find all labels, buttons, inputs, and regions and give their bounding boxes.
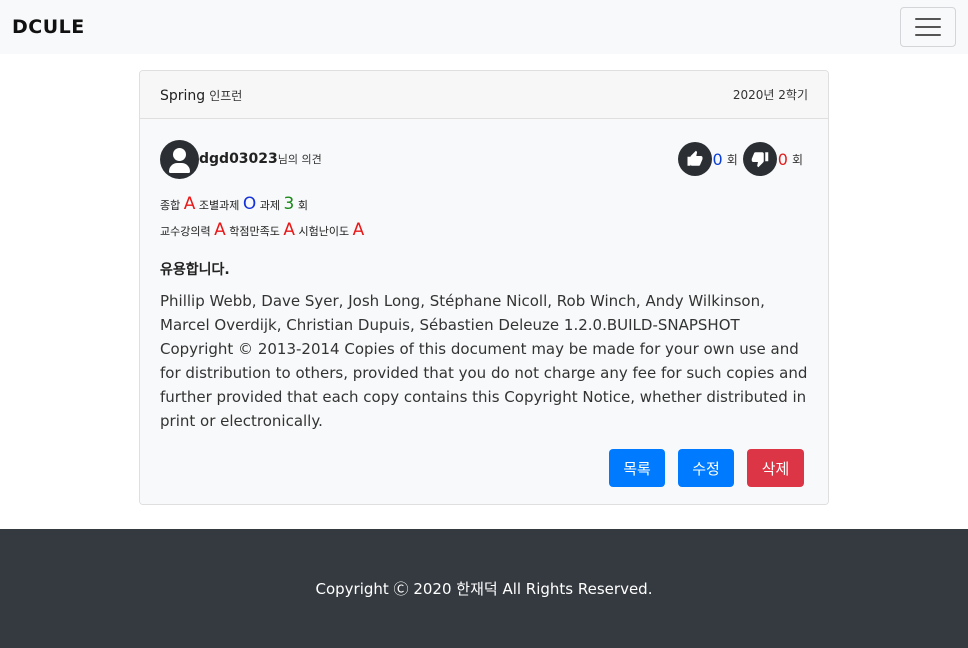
dislike-count: 0 (777, 149, 788, 169)
menu-toggle-button[interactable] (900, 7, 956, 47)
author: dgd03023 님의 의견 (160, 139, 322, 179)
grades: 종합 A 조별과제 O 과제 3 회 교수강의력 A 학점만족도 A 시험난이도… (160, 192, 808, 244)
grade-value: 3 (283, 194, 295, 214)
grade-label: 학점만족도 (229, 225, 280, 238)
review-title: 유용합니다. (160, 262, 230, 278)
course-info: Spring 인프런 (160, 85, 242, 104)
grade-value: A (352, 220, 365, 240)
grade-value: A (283, 220, 295, 240)
author-id: dgd03023 (199, 151, 278, 167)
semester: 2020년 2학기 (732, 88, 808, 102)
action-buttons: 목록 수정 삭제 (609, 449, 804, 487)
footer: Copyright Ⓒ 2020 한재덕 All Rights Reserved… (0, 529, 968, 648)
thumbs-down-icon[interactable] (742, 142, 777, 176)
brand-logo[interactable]: DCULE (12, 16, 85, 38)
review-card: Spring인프런 2020년 2학기 dgd03023님의 의견 0 회 (139, 70, 829, 505)
grade-label: 시험난이도 (298, 225, 350, 238)
delete-button[interactable]: 삭제 (747, 449, 804, 487)
card-body: dgd03023 님의 의견 0 회 0 회 종합 A 조별과제 O 과제 3 … (140, 119, 828, 504)
edit-button[interactable]: 수정 (678, 449, 734, 487)
grades-row-2: 교수강의력 A 학점만족도 A 시험난이도 A (160, 218, 808, 244)
hamburger-icon (915, 18, 941, 20)
card-header: Spring 인프런 2020년 2학기 (140, 71, 828, 119)
like-count: 0 (712, 149, 723, 169)
grade-label: 과제 (259, 199, 281, 212)
course-provider: 인프런 (209, 89, 243, 103)
grade-value: O (242, 194, 257, 214)
thumbs-up-icon[interactable] (677, 142, 712, 176)
grade-value: A (183, 194, 196, 214)
user-avatar-icon (160, 139, 199, 179)
like-unit: 회 (726, 152, 738, 167)
grade-label: 종합 (160, 199, 181, 212)
grade-unit: 회 (297, 199, 308, 212)
author-suffix: 님의 의견 (277, 153, 322, 166)
list-button[interactable]: 목록 (609, 449, 665, 487)
grade-value: A (214, 220, 226, 240)
dislike-unit: 회 (791, 152, 803, 167)
navbar: DCULE (0, 0, 968, 54)
grade-label: 조별과제 (198, 199, 240, 212)
grades-row-1: 종합 A 조별과제 O 과제 3 회 (160, 192, 808, 218)
grade-label: 교수강의력 (160, 225, 211, 238)
hamburger-icon (915, 26, 941, 28)
review-text: Phillip Webb, Dave Syer, Josh Long, Stép… (160, 292, 808, 430)
votes: 0 회 0 회 (677, 142, 808, 176)
author-row: dgd03023 님의 의견 0 회 0 회 (160, 139, 808, 179)
course-name: Spring (160, 88, 206, 104)
footer-copyright: Copyright Ⓒ 2020 한재덕 All Rights Reserved… (315, 580, 653, 598)
hamburger-icon (915, 34, 941, 36)
